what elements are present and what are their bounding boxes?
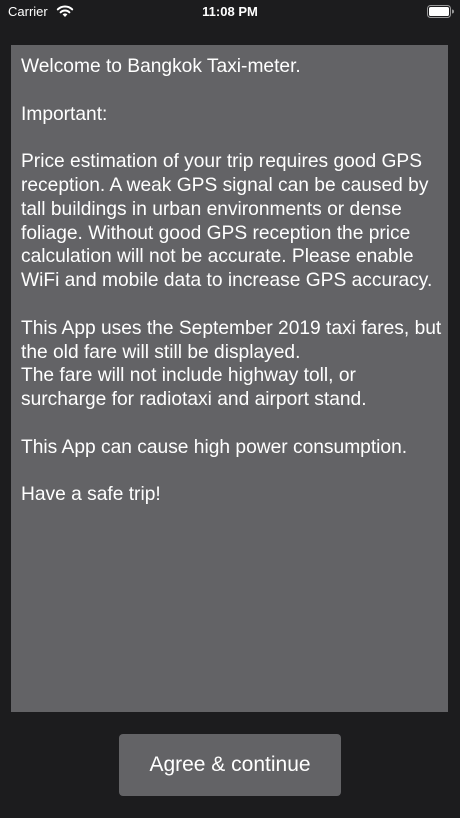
status-time: 11:08 PM — [202, 4, 258, 19]
battery-icon — [427, 5, 454, 18]
agree-continue-button[interactable]: Agree & continue — [119, 734, 341, 796]
welcome-message: Welcome to Bangkok Taxi-meter. Important… — [21, 56, 442, 506]
welcome-panel: Welcome to Bangkok Taxi-meter. Important… — [11, 45, 448, 712]
status-bar: Carrier 11:08 PM — [0, 0, 460, 26]
